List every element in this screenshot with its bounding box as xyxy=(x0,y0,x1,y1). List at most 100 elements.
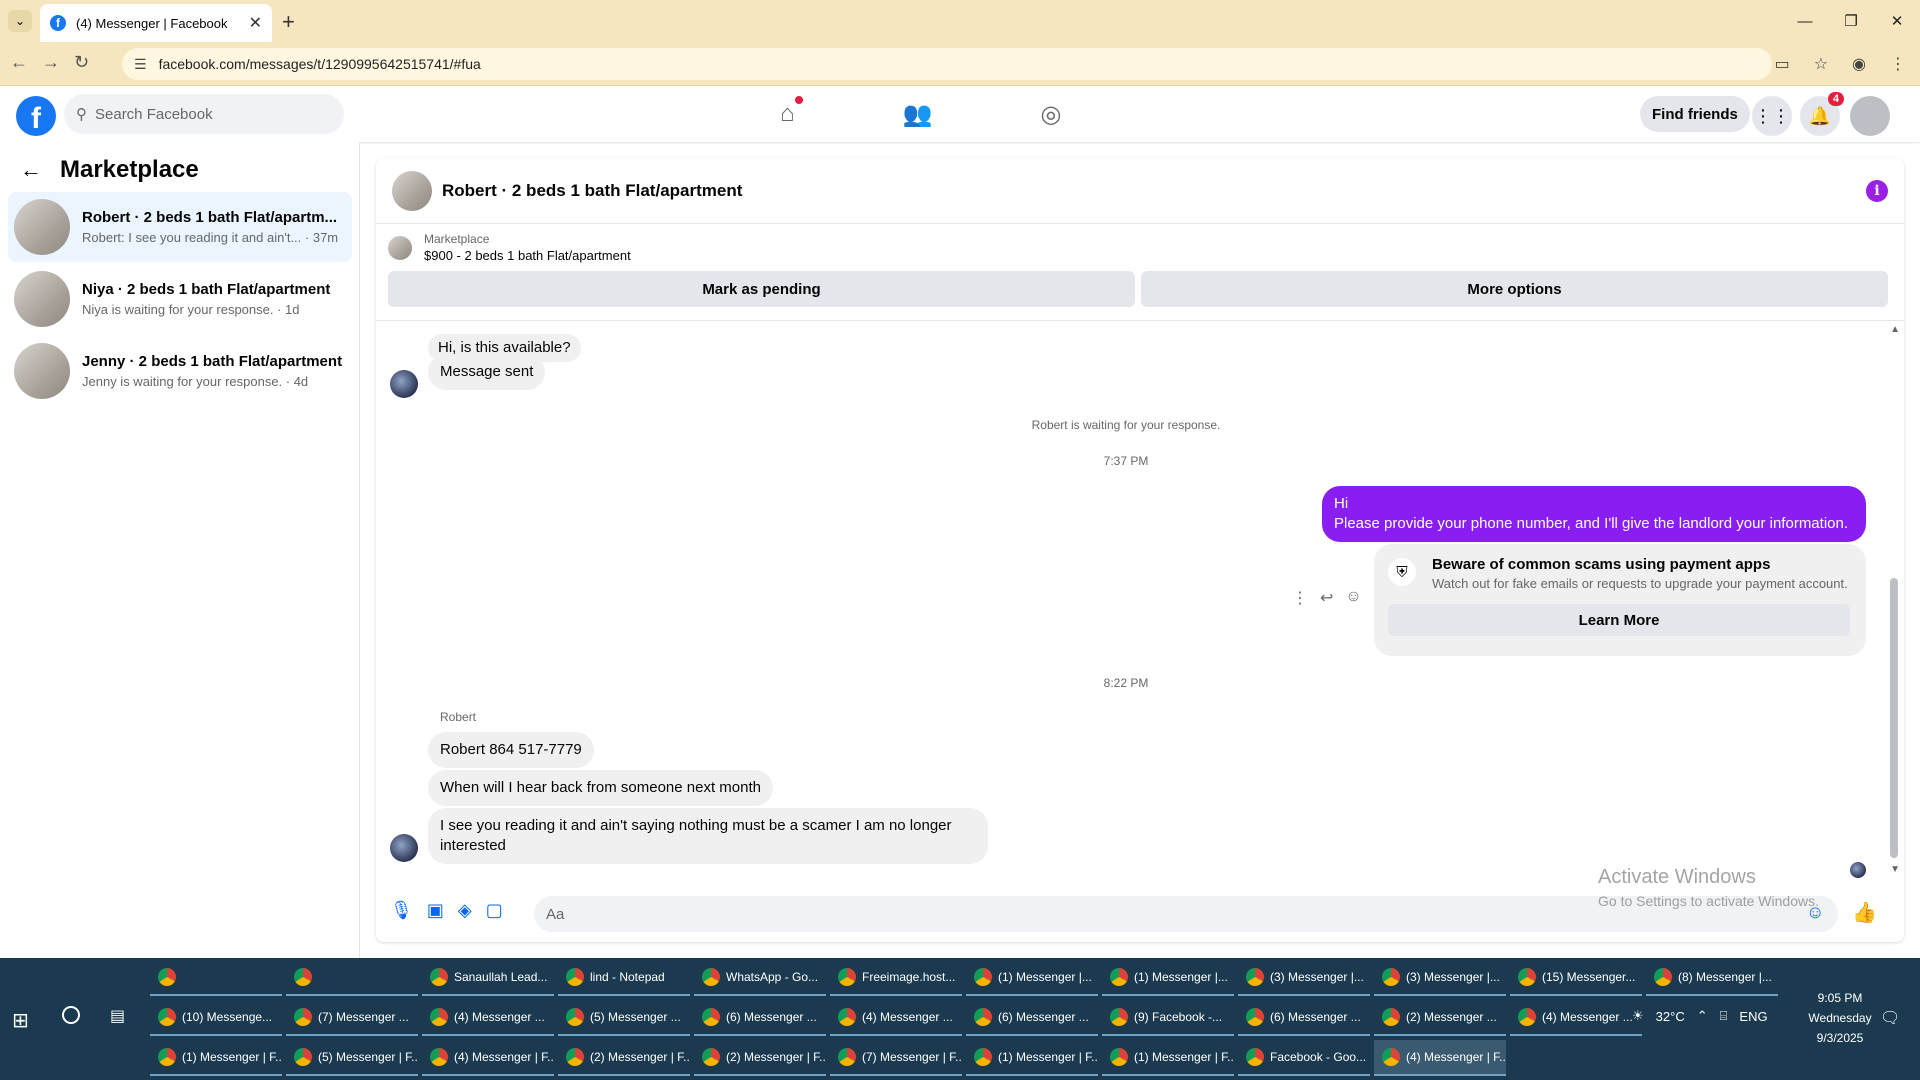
taskbar-item[interactable]: (1) Messenger | F... xyxy=(1102,1040,1234,1076)
bookmark-star-icon[interactable]: ☆ xyxy=(1814,54,1828,74)
restore-icon[interactable]: ❐ xyxy=(1828,0,1874,42)
site-info-icon[interactable]: ☰ xyxy=(134,56,147,73)
taskbar-item[interactable]: Freeimage.host... xyxy=(830,960,962,996)
close-window-icon[interactable]: ✕ xyxy=(1874,0,1920,42)
forward-arrow-icon[interactable]: → xyxy=(42,52,60,73)
taskbar-item[interactable]: (2) Messenger | F... xyxy=(558,1040,690,1076)
taskbar-item[interactable]: (1) Messenger | F... xyxy=(966,1040,1098,1076)
taskbar-item[interactable]: (3) Messenger |... xyxy=(1374,960,1506,996)
task-view-icon[interactable]: ▤ xyxy=(110,1006,125,1026)
taskbar-item[interactable]: (7) Messenger | F... xyxy=(830,1040,962,1076)
clock[interactable]: 9:05 PM Wednesday 9/3/2025 xyxy=(1800,988,1880,1048)
browser-tab[interactable]: f (4) Messenger | Facebook ✕ xyxy=(40,4,272,42)
microphone-icon[interactable]: 🎙 xyxy=(390,900,413,921)
taskbar-item[interactable]: (1) Messenger |... xyxy=(966,960,1098,996)
cortana-icon[interactable] xyxy=(62,1006,80,1024)
browser-menu-icon[interactable]: ⋮ xyxy=(1890,54,1906,74)
listing-price[interactable]: $900 - 2 beds 1 bath Flat/apartment xyxy=(424,248,631,263)
chat-title[interactable]: Robert · 2 beds 1 bath Flat/apartment xyxy=(442,181,742,201)
menu-grid-icon[interactable]: ⋮⋮ xyxy=(1752,96,1792,136)
mark-as-pending-button[interactable]: Mark as pending xyxy=(388,271,1135,307)
conversation-preview: Niya is waiting for your response. · 1d xyxy=(82,302,300,317)
sticker-icon[interactable]: ◈ xyxy=(458,900,472,921)
reload-icon[interactable]: ↻ xyxy=(74,52,89,73)
thumbs-up-icon[interactable]: 👍 xyxy=(1852,900,1877,925)
app-icon xyxy=(702,1048,720,1066)
taskbar-item[interactable]: (8) Messenger |... xyxy=(1646,960,1778,996)
conversation-item-robert[interactable]: Robert · 2 beds 1 bath Flat/apartm... Ro… xyxy=(8,192,352,262)
home-icon[interactable]: ⌂ xyxy=(780,96,803,129)
taskbar-item[interactable]: Facebook - Goo... xyxy=(1238,1040,1370,1076)
taskbar-item[interactable]: (9) Facebook -... xyxy=(1102,1000,1234,1036)
gif-icon[interactable]: ▢ xyxy=(486,900,503,921)
taskbar-item[interactable]: (1) Messenger |... xyxy=(1102,960,1234,996)
taskbar-item[interactable]: WhatsApp - Go... xyxy=(694,960,826,996)
conversation-item-niya[interactable]: Niya · 2 beds 1 bath Flat/apartment Niya… xyxy=(8,264,352,334)
more-actions-icon[interactable]: ⋮ xyxy=(1292,588,1308,608)
learn-more-button[interactable]: Learn More xyxy=(1388,604,1850,636)
taskbar-item[interactable]: (4) Messenger ... xyxy=(1510,1000,1642,1036)
app-icon xyxy=(1246,1048,1264,1066)
groups-icon[interactable]: ◎ xyxy=(1040,100,1061,129)
taskbar-item[interactable]: (10) Messenge... xyxy=(150,1000,282,1036)
scrollbar-thumb[interactable] xyxy=(1890,578,1898,858)
scroll-down-arrow-icon[interactable]: ▼ xyxy=(1890,864,1900,875)
weather-icon[interactable]: ☀ xyxy=(1632,1008,1644,1024)
more-options-button[interactable]: More options xyxy=(1141,271,1888,307)
install-app-icon[interactable]: ▭ xyxy=(1775,54,1790,74)
facebook-logo-icon[interactable]: f xyxy=(16,96,56,136)
reply-icon[interactable]: ↩ xyxy=(1320,588,1333,608)
new-tab-button[interactable]: + xyxy=(282,9,295,35)
taskbar-item[interactable]: (4) Messenger ... xyxy=(830,1000,962,1036)
taskbar-item[interactable]: (15) Messenger... xyxy=(1510,960,1642,996)
minimize-icon[interactable]: — xyxy=(1782,0,1828,42)
network-icon[interactable]: ⌸ xyxy=(1720,1008,1728,1024)
windows-start-icon[interactable]: ⊞ xyxy=(12,1008,29,1033)
taskbar-item-label: (2) Messenger | F... xyxy=(726,1050,826,1064)
chat-thumbnail[interactable] xyxy=(392,170,432,211)
friends-icon[interactable]: 👥 xyxy=(903,100,933,129)
taskbar-item[interactable]: (3) Messenger |... xyxy=(1238,960,1370,996)
conversation-item-jenny[interactable]: Jenny · 2 beds 1 bath Flat/apartment Jen… xyxy=(8,336,352,406)
language-indicator[interactable]: ENG xyxy=(1739,1009,1767,1024)
temperature[interactable]: 32°C xyxy=(1656,1009,1685,1024)
marketplace-sidebar: ← Marketplace Robert · 2 beds 1 bath Fla… xyxy=(0,142,360,958)
info-icon[interactable]: i xyxy=(1866,180,1888,202)
taskbar-item[interactable]: (6) Messenger ... xyxy=(694,1000,826,1036)
taskbar-item[interactable]: (4) Messenger | F... xyxy=(1374,1040,1506,1076)
back-arrow-icon[interactable]: ← xyxy=(20,157,42,183)
taskbar-item-label: (6) Messenger ... xyxy=(726,1010,817,1024)
tab-close-icon[interactable]: ✕ xyxy=(249,13,262,33)
action-center-icon[interactable]: 🗨 xyxy=(1880,1008,1900,1028)
find-friends-button[interactable]: Find friends xyxy=(1640,96,1750,132)
taskbar-item[interactable] xyxy=(286,960,418,996)
profile-icon[interactable]: ◉ xyxy=(1852,54,1866,74)
tab-search-chevron-icon[interactable]: ⌄ xyxy=(8,10,32,32)
taskbar-item-label: (5) Messenger | F... xyxy=(318,1050,418,1064)
taskbar-item[interactable]: (6) Messenger ... xyxy=(966,1000,1098,1036)
taskbar-item[interactable]: Sanaullah Lead... xyxy=(422,960,554,996)
taskbar-item[interactable]: (4) Messenger ... xyxy=(422,1000,554,1036)
tray-chevron-icon[interactable]: ⌃ xyxy=(1697,1008,1708,1024)
scroll-up-arrow-icon[interactable]: ▲ xyxy=(1890,324,1900,335)
taskbar-item[interactable]: (5) Messenger | F... xyxy=(286,1040,418,1076)
app-icon xyxy=(974,968,992,986)
taskbar-item[interactable]: (1) Messenger | F... xyxy=(150,1040,282,1076)
react-emoji-icon[interactable]: ☺ xyxy=(1345,588,1361,608)
taskbar-item[interactable]: (6) Messenger ... xyxy=(1238,1000,1370,1036)
photo-icon[interactable]: ▣ xyxy=(427,900,444,921)
taskbar-item[interactable]: (2) Messenger ... xyxy=(1374,1000,1506,1036)
url-field[interactable]: ☰ facebook.com/messages/t/12909956425157… xyxy=(122,48,1772,80)
taskbar-item[interactable] xyxy=(150,960,282,996)
taskbar-item[interactable]: (2) Messenger | F... xyxy=(694,1040,826,1076)
taskbar-item[interactable]: (4) Messenger | F... xyxy=(422,1040,554,1076)
scrollbar[interactable] xyxy=(1890,328,1898,876)
windows-taskbar: ⊞ ▤ Sanaullah Lead... lind - Notepad Whats… xyxy=(0,958,1920,1080)
taskbar-item[interactable]: lind - Notepad xyxy=(558,960,690,996)
taskbar-item[interactable]: (5) Messenger ... xyxy=(558,1000,690,1036)
account-avatar[interactable] xyxy=(1850,96,1890,136)
search-input[interactable]: ⚲ Search Facebook xyxy=(64,94,344,134)
notifications-bell-icon[interactable]: 🔔 4 xyxy=(1800,92,1844,136)
back-arrow-icon[interactable]: ← xyxy=(10,52,28,73)
taskbar-item[interactable]: (7) Messenger ... xyxy=(286,1000,418,1036)
